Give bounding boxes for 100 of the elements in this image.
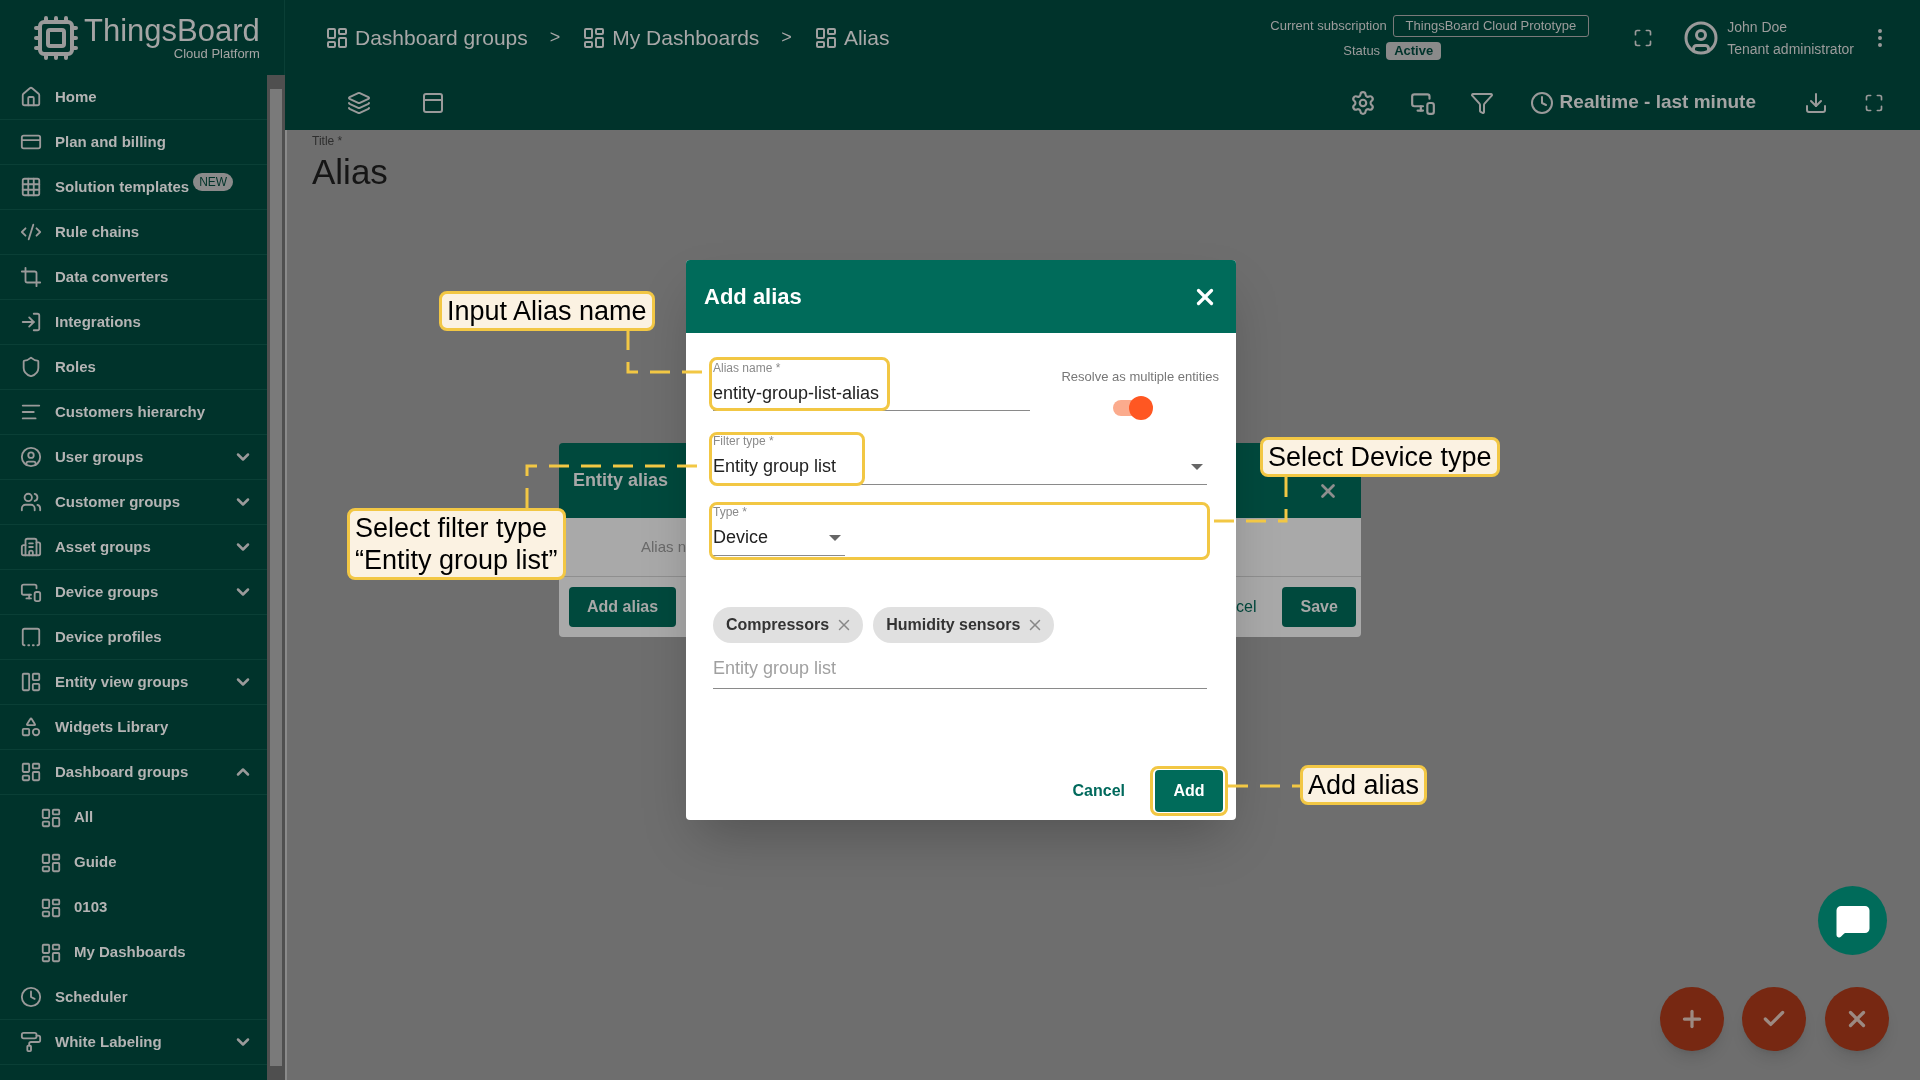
logo-subtitle: Cloud Platform [173, 46, 260, 61]
sidebar-label: User groups [55, 446, 144, 467]
sidebar-label: Customer groups [55, 491, 180, 512]
sidebar-item[interactable]: Customer groups [0, 480, 267, 525]
sidebar-label: Plan and billing [55, 131, 166, 152]
dialog-title: Add alias [704, 283, 802, 311]
sidebar-label: My Dashboards [74, 942, 186, 963]
alias-name-field[interactable]: Alias name * entity-group-list-alias [713, 357, 1030, 411]
dashboard-icon [813, 25, 838, 50]
scrollbar[interactable] [267, 75, 285, 1080]
shapes-icon [20, 716, 42, 738]
dashboard-icon [40, 896, 62, 919]
sidebar-label: All [74, 807, 94, 828]
paint-roller-icon [20, 1031, 42, 1053]
fullscreen-icon[interactable] [1633, 27, 1654, 48]
layout-icon[interactable] [421, 90, 445, 115]
new-badge: NEW [193, 173, 234, 191]
sidebar-label: Roles [55, 356, 96, 377]
sidebar-item[interactable]: Entity view groups [0, 660, 267, 705]
sidebar-label: Guide [74, 852, 117, 873]
breadcrumb-item[interactable]: My Dashboards [612, 21, 760, 54]
sidebar-label: Asset groups [55, 536, 151, 557]
subscription-label: Current subscription [1270, 17, 1387, 35]
sidebar-subitem[interactable]: My Dashboards [0, 930, 267, 975]
sidebar-subitem[interactable]: Guide [0, 840, 267, 885]
dashboard-icon [40, 806, 62, 829]
type-select[interactable]: Type * Device [713, 502, 845, 556]
callout-label: Input Alias name [439, 291, 655, 331]
breadcrumb-item[interactable]: Dashboard groups [355, 21, 528, 54]
sidebar-label: White Labeling [55, 1031, 162, 1052]
sidebar-label: Home [55, 86, 97, 107]
logo-name: ThingsBoard [84, 14, 260, 47]
title-label: Title * [312, 133, 344, 150]
clock-icon [1529, 90, 1554, 115]
grid-icon [20, 176, 42, 198]
sidebar-item[interactable]: Device groups [0, 570, 267, 615]
sidebar-label: Device groups [55, 581, 159, 602]
sidebar-label: Rule chains [55, 221, 140, 242]
callout-label: Select filter type “Entity group list” [347, 508, 566, 580]
group-chip[interactable]: Humidity sensors [873, 607, 1055, 643]
breadcrumb-separator: > [549, 26, 561, 49]
entity-group-field[interactable]: Compressors Humidity sensors Entity group list [713, 607, 1207, 689]
filter-icon[interactable] [1469, 90, 1494, 115]
column-header: Alias n [640, 536, 686, 557]
dashboard-icon [325, 25, 349, 50]
sidebar-item[interactable]: User groups [0, 435, 267, 480]
settings-icon[interactable] [1349, 89, 1376, 116]
square-icon [20, 626, 42, 648]
cancel-button[interactable]: Cancel [1064, 779, 1133, 803]
sidebar-item[interactable]: Plan and billing [0, 120, 267, 165]
filter-type-select[interactable]: Filter type * Entity group list [713, 431, 1207, 485]
sidebar-item[interactable]: Home [0, 75, 267, 120]
sidebar-label: Scheduler [55, 986, 128, 1007]
sidebar-subitem[interactable]: All [0, 795, 267, 840]
fullscreen-icon[interactable] [1864, 92, 1884, 113]
devices-icon [20, 581, 42, 603]
status-label: Status [1343, 41, 1381, 60]
shield-icon [20, 356, 42, 378]
sidebar-label: 0103 [74, 897, 108, 918]
building-icon [20, 536, 42, 558]
group-chip[interactable]: Compressors [713, 607, 864, 643]
layers-icon[interactable] [347, 90, 371, 115]
sidebar-subitem[interactable]: 0103 [0, 885, 267, 930]
toggle-label: Resolve as multiple entities [1061, 368, 1219, 386]
plan-badge: ThingsBoard Cloud Prototype [1392, 14, 1590, 37]
add-button[interactable]: Add [1155, 770, 1223, 812]
toggle-switch[interactable] [1111, 394, 1155, 421]
download-icon[interactable] [1804, 90, 1828, 115]
status-badge: Active [1386, 41, 1442, 60]
sidebar-label: Widgets Library [55, 716, 169, 737]
dashboard-icon [40, 851, 62, 874]
save-button[interactable]: Save [1282, 587, 1356, 627]
dashboard-icon [20, 761, 42, 783]
home-icon [20, 86, 42, 108]
sidebar-label: Entity view groups [55, 671, 189, 692]
callout-label: Select Device type [1260, 437, 1500, 477]
sidebar-label: Device profiles [55, 626, 162, 647]
add-alias-button[interactable]: Add alias [569, 587, 677, 627]
callout-label: Add alias [1300, 765, 1428, 805]
cancel-link[interactable]: cel [1236, 595, 1257, 619]
sidebar-label: Integrations [55, 311, 141, 332]
dialog-title: Entity alias [573, 469, 669, 492]
dropdown-caret-icon [829, 535, 841, 541]
user-role: Tenant administrator [1727, 39, 1854, 59]
logo-icon [32, 13, 80, 62]
sidebar-item[interactable]: White Labeling [0, 1020, 267, 1065]
sidebar-item[interactable]: Solution templates NEW [0, 165, 267, 210]
leader-line [1228, 784, 1300, 788]
sidebar-label: Dashboard groups [55, 761, 189, 782]
sidebar-label: Solution templates [55, 176, 190, 197]
timewindow-button[interactable]: Realtime - last minute [1529, 88, 1756, 117]
login-icon [20, 311, 42, 333]
breadcrumb-item[interactable]: Alias [843, 21, 890, 54]
sidebar-item[interactable]: Asset groups [0, 525, 267, 570]
users-icon [20, 491, 42, 513]
avatar-icon[interactable] [1683, 19, 1720, 56]
sidebar-label: Data converters [55, 266, 169, 287]
dashboard-icon [40, 941, 62, 964]
sidebar-item[interactable]: Dashboard groups [0, 750, 267, 795]
sidebar-label: Customers hierarchy [55, 401, 206, 422]
